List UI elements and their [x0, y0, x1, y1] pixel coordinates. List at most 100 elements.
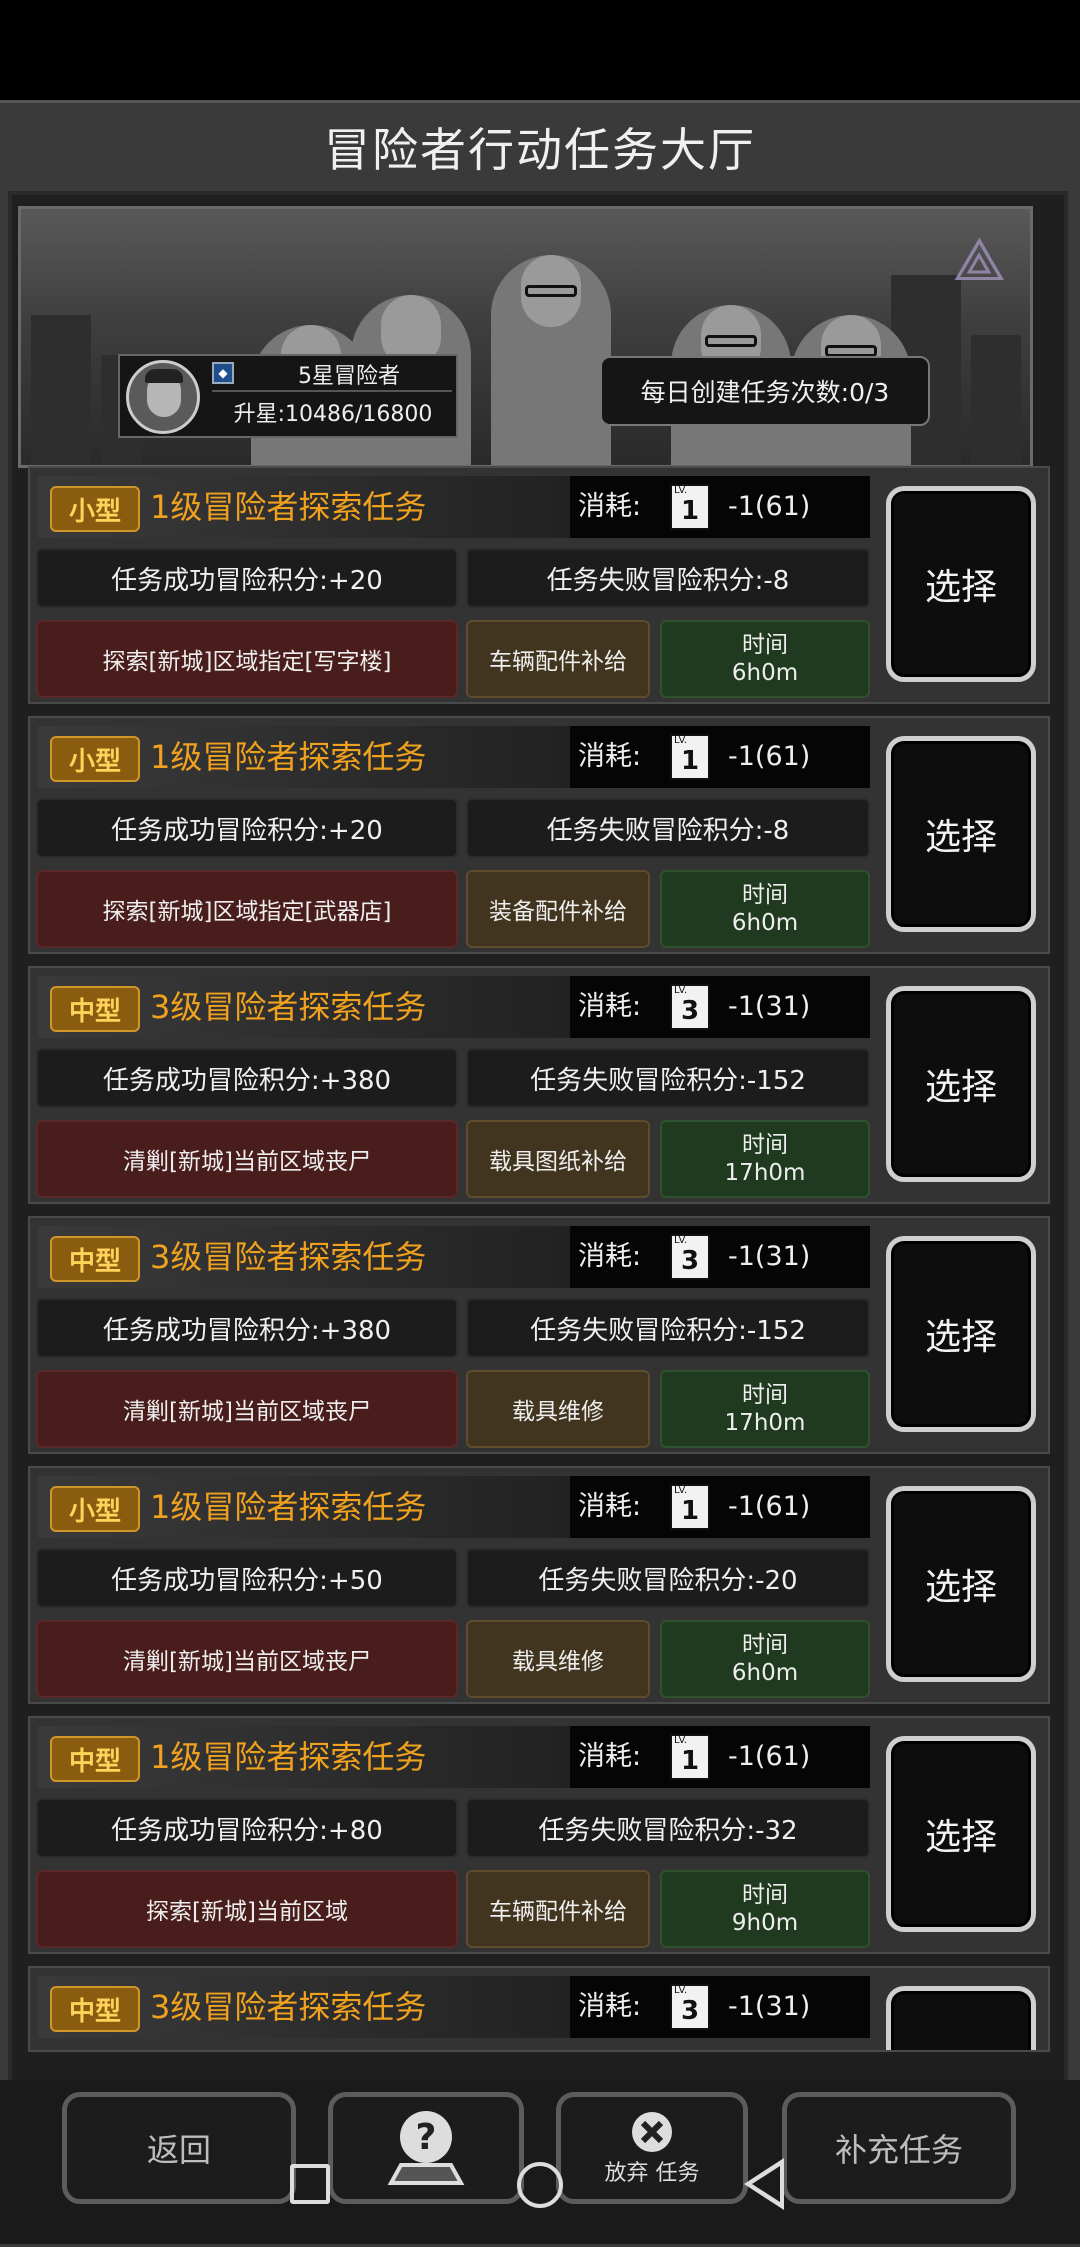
task-header: 中型 3级冒险者探索任务 [38, 976, 570, 1038]
commander-figure [491, 255, 611, 465]
time-label: 时间 [742, 882, 788, 908]
task-name: 3级冒险者探索任务 [150, 1988, 427, 2026]
time-label: 时间 [742, 1632, 788, 1658]
select-task-button[interactable]: 选择 [886, 736, 1036, 932]
lv-card-icon: LV. 3 [670, 1984, 710, 2030]
time-value: 9h0m [731, 1910, 799, 1936]
task-cost: 消耗: LV. 1 -1(61) [570, 1726, 870, 1788]
success-points: 任务成功冒险积分:+80 [36, 1798, 458, 1858]
cost-label: 消耗: [578, 741, 642, 772]
task-cost: 消耗: LV. 1 -1(61) [570, 1476, 870, 1538]
task-duration: 时间 9h0m [660, 1870, 870, 1948]
page-title: 冒险者行动任务大厅 [324, 123, 756, 177]
task-header: 小型 1级冒险者探索任务 [38, 726, 570, 788]
task-duration: 时间 6h0m [660, 620, 870, 698]
cost-value: -1(31) [728, 991, 811, 1022]
time-value: 6h0m [731, 1660, 799, 1686]
cost-label: 消耗: [578, 1491, 642, 1522]
time-label: 时间 [742, 1382, 788, 1408]
task-header: 中型 3级冒险者探索任务 [38, 1226, 570, 1288]
task-cost: 消耗: LV. 3 -1(31) [570, 1226, 870, 1288]
cost-value: -1(31) [728, 1991, 811, 2022]
task-reward: 载具图纸补给 [466, 1120, 650, 1198]
task-card[interactable]: 小型 1级冒险者探索任务 消耗: LV. 1 -1(61) 任务成功冒险积分:+20 任务失败… [28, 466, 1050, 704]
task-size-badge: 中型 [50, 1986, 140, 2032]
cost-label: 消耗: [578, 991, 642, 1022]
task-card[interactable]: 中型 3级冒险者探索任务 消耗: LV. 3 -1(31) [28, 1966, 1050, 2052]
task-name: 1级冒险者探索任务 [150, 1738, 427, 1776]
task-header: 中型 3级冒险者探索任务 [38, 1976, 570, 2038]
card-level: 1 [680, 1746, 700, 1776]
select-task-button[interactable]: 选择 [886, 986, 1036, 1182]
task-target: 探索[新城]区域指定[武器店] [36, 870, 458, 948]
card-level: 3 [680, 1246, 700, 1276]
building-silhouette [31, 315, 91, 465]
task-size-badge: 小型 [50, 1486, 140, 1532]
lv-card-icon: LV. 3 [670, 984, 710, 1030]
task-size-badge: 小型 [50, 486, 140, 532]
task-header: 小型 1级冒险者探索任务 [38, 1476, 570, 1538]
task-cost: 消耗: LV. 3 -1(31) [570, 976, 870, 1038]
card-level: 1 [680, 496, 700, 526]
task-card[interactable]: 中型 1级冒险者探索任务 消耗: LV. 1 -1(61) 任务成功冒险积分:+80 任务失败… [28, 1716, 1050, 1954]
cost-label: 消耗: [578, 1991, 642, 2022]
card-level: 1 [680, 746, 700, 776]
time-label: 时间 [742, 1132, 788, 1158]
card-level: 1 [680, 1496, 700, 1526]
task-card[interactable]: 中型 3级冒险者探索任务 消耗: LV. 3 -1(31) 任务成功冒险积分:+380 任务失… [28, 966, 1050, 1204]
task-reward: 载具维修 [466, 1620, 650, 1698]
cost-value: -1(31) [728, 1241, 811, 1272]
time-label: 时间 [742, 1882, 788, 1908]
cost-label: 消耗: [578, 1741, 642, 1772]
select-task-button[interactable]: 选择 [886, 1486, 1036, 1682]
select-task-button[interactable] [886, 1986, 1036, 2050]
task-reward: 载具维修 [466, 1370, 650, 1448]
nav-square-icon[interactable] [290, 2164, 330, 2204]
cost-value: -1(61) [728, 491, 811, 522]
success-points: 任务成功冒险积分:+20 [36, 798, 458, 858]
select-task-button[interactable]: 选择 [886, 1236, 1036, 1432]
task-size-badge: 中型 [50, 986, 140, 1032]
avatar[interactable] [126, 360, 200, 434]
task-reward: 车辆配件补给 [466, 620, 650, 698]
task-duration: 时间 17h0m [660, 1370, 870, 1448]
adventurer-profile[interactable]: ◆ 5星冒险者 升星:10486/16800 [118, 354, 458, 438]
fail-points: 任务失败冒险积分:-20 [466, 1548, 870, 1608]
task-header: 小型 1级冒险者探索任务 [38, 476, 570, 538]
lv-card-icon: LV. 1 [670, 1734, 710, 1780]
task-cost: 消耗: LV. 1 -1(61) [570, 726, 870, 788]
task-size-badge: 小型 [50, 736, 140, 782]
time-value: 6h0m [731, 660, 799, 686]
task-size-badge: 中型 [50, 1236, 140, 1282]
task-card[interactable]: 小型 1级冒险者探索任务 消耗: LV. 1 -1(61) 任务成功冒险积分:+50 任务失败… [28, 1466, 1050, 1704]
success-points: 任务成功冒险积分:+20 [36, 548, 458, 608]
lv-card-icon: LV. 1 [670, 484, 710, 530]
task-cost: 消耗: LV. 1 -1(61) [570, 476, 870, 538]
nav-circle-icon[interactable] [517, 2162, 563, 2208]
success-points: 任务成功冒险积分:+380 [36, 1048, 458, 1108]
task-cost: 消耗: LV. 3 -1(31) [570, 1976, 870, 2038]
task-header: 中型 1级冒险者探索任务 [38, 1726, 570, 1788]
select-task-button[interactable]: 选择 [886, 1736, 1036, 1932]
cost-label: 消耗: [578, 491, 642, 522]
task-target: 清剿[新城]当前区域丧尸 [36, 1620, 458, 1698]
task-name: 3级冒险者探索任务 [150, 1238, 427, 1276]
cost-label: 消耗: [578, 1241, 642, 1272]
task-card[interactable]: 中型 3级冒险者探索任务 消耗: LV. 3 -1(31) 任务成功冒险积分:+380 任务失… [28, 1216, 1050, 1454]
nav-back-icon[interactable] [744, 2158, 784, 2210]
select-task-button[interactable]: 选择 [886, 486, 1036, 682]
building-silhouette [971, 335, 1021, 465]
lv-card-icon: LV. 1 [670, 1484, 710, 1530]
task-target: 探索[新城]区域指定[写字楼] [36, 620, 458, 698]
fail-points: 任务失败冒险积分:-8 [466, 548, 870, 608]
task-name: 1级冒险者探索任务 [150, 1488, 427, 1526]
task-target: 清剿[新城]当前区域丧尸 [36, 1120, 458, 1198]
fail-points: 任务失败冒险积分:-8 [466, 798, 870, 858]
adventurer-rank: 5星冒险者 [298, 364, 400, 389]
task-duration: 时间 6h0m [660, 870, 870, 948]
task-size-badge: 中型 [50, 1736, 140, 1782]
task-name: 3级冒险者探索任务 [150, 988, 427, 1026]
task-target: 清剿[新城]当前区域丧尸 [36, 1370, 458, 1448]
task-card[interactable]: 小型 1级冒险者探索任务 消耗: LV. 1 -1(61) 任务成功冒险积分:+20 任务失败… [28, 716, 1050, 954]
task-name: 1级冒险者探索任务 [150, 738, 427, 776]
